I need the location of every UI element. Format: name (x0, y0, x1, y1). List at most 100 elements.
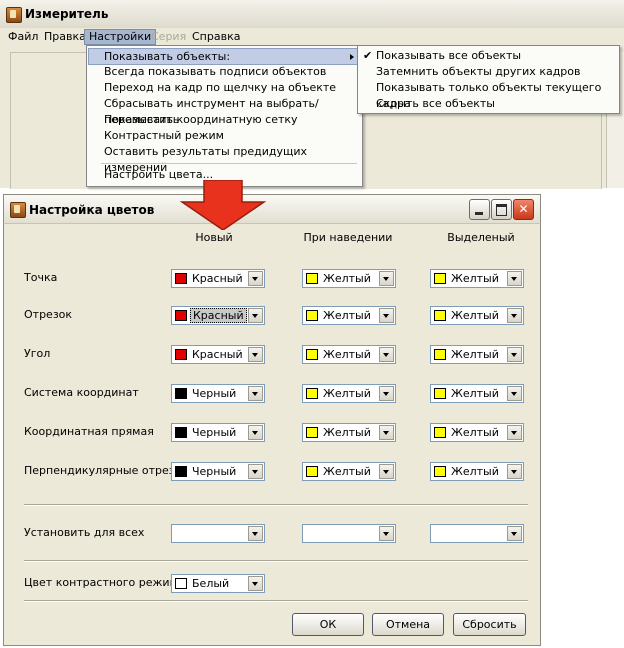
main-window-titlebar[interactable]: Измеритель (0, 0, 624, 29)
dropdown-arrow-icon[interactable] (507, 425, 522, 440)
set-all-new-combo[interactable] (171, 524, 265, 543)
color-combo[interactable]: Желтый (302, 306, 396, 325)
menu-item-label: Всегда показывать подписи объектов (104, 65, 327, 78)
dropdown-arrow-icon[interactable] (379, 464, 394, 479)
combo-value: Желтый (451, 426, 499, 439)
color-combo[interactable]: Желтый (302, 423, 396, 442)
menu-settings[interactable]: Настройки (84, 29, 157, 45)
menu-item-goto-frame-on-click[interactable]: Переход на кадр по щелчку на объекте (89, 80, 360, 96)
dropdown-arrow-icon[interactable] (248, 386, 263, 401)
contrast-color-combo[interactable]: Белый (171, 574, 265, 593)
set-all-label: Установить для всех (24, 526, 145, 539)
separator (24, 560, 528, 562)
menu-item-contrast-mode[interactable]: Контрастный режим (89, 128, 360, 144)
color-combo[interactable]: Желтый (430, 423, 524, 442)
dropdown-arrow-icon[interactable] (379, 526, 394, 541)
color-combo[interactable]: Желтый (430, 269, 524, 288)
color-combo[interactable]: Желтый (302, 269, 396, 288)
row-label-segment: Отрезок (24, 308, 73, 321)
dropdown-arrow-icon[interactable] (379, 347, 394, 362)
cancel-button[interactable]: Отмена (372, 613, 444, 636)
color-combo[interactable]: Желтый (430, 384, 524, 403)
menu-item-reset-tool[interactable]: Сбрасывать инструмент на выбрать/перемес… (89, 96, 360, 126)
submenu-item-current-frame-only[interactable]: Показывать только объекты текущего кадра (360, 80, 617, 110)
dropdown-arrow-icon[interactable] (507, 386, 522, 401)
column-header-selected: Выделеный (447, 231, 515, 244)
color-swatch (306, 388, 318, 399)
dropdown-arrow-icon[interactable] (379, 425, 394, 440)
submenu-item-hide-all[interactable]: Скрыть все объекты (360, 96, 617, 112)
dropdown-arrow-icon[interactable] (379, 271, 394, 286)
menu-series[interactable]: Серия (147, 30, 190, 44)
color-combo[interactable]: Красный (171, 306, 265, 325)
reset-button[interactable]: Сбросить (453, 613, 526, 636)
dropdown-arrow-icon[interactable] (507, 526, 522, 541)
close-button[interactable]: ✕ (513, 199, 534, 220)
color-combo[interactable]: Желтый (302, 345, 396, 364)
submenu-item-dim-other-frames[interactable]: Затемнить объекты других кадров (360, 64, 617, 80)
close-icon: ✕ (518, 202, 529, 216)
maximize-icon (496, 204, 507, 216)
dropdown-arrow-icon[interactable] (248, 576, 263, 591)
combo-value: Желтый (451, 309, 499, 322)
dropdown-arrow-icon[interactable] (507, 271, 522, 286)
combo-value: Черный (192, 426, 237, 439)
color-swatch (434, 427, 446, 438)
dropdown-arrow-icon[interactable] (507, 347, 522, 362)
combo-value: Черный (192, 387, 237, 400)
app-icon (6, 7, 22, 23)
menu-item-show-objects[interactable]: Показывать объекты: (88, 48, 361, 65)
color-swatch (175, 273, 187, 284)
dialog-titlebar[interactable]: Настройка цветов ✕ (3, 194, 541, 224)
menu-item-keep-results[interactable]: Оставить результаты предидущих измерений (89, 144, 360, 174)
color-combo[interactable]: Желтый (302, 384, 396, 403)
dropdown-arrow-icon[interactable] (379, 386, 394, 401)
color-combo[interactable]: Красный (171, 345, 265, 364)
row-label-perpendicular: Перпендикулярные отрезки (24, 464, 189, 477)
color-combo[interactable]: Желтый (430, 306, 524, 325)
combo-value: Красный (192, 272, 243, 285)
set-all-hover-combo[interactable] (302, 524, 396, 543)
color-swatch (175, 388, 187, 399)
menu-item-show-grid[interactable]: Показывать координатную сетку (89, 112, 360, 128)
minimize-icon (475, 212, 483, 215)
color-swatch (306, 310, 318, 321)
separator (24, 504, 528, 506)
combo-value: Желтый (323, 309, 371, 322)
color-combo[interactable]: Красный (171, 269, 265, 288)
menu-item-label: Показывать координатную сетку (104, 113, 298, 126)
color-combo[interactable]: Черный (171, 462, 265, 481)
submenu-item-label: Скрыть все объекты (376, 97, 495, 110)
minimize-button[interactable] (469, 199, 490, 220)
color-combo[interactable]: Желтый (430, 345, 524, 364)
ok-button[interactable]: ОК (292, 613, 364, 636)
dropdown-arrow-icon[interactable] (248, 271, 263, 286)
color-swatch (434, 273, 446, 284)
combo-value: Желтый (451, 348, 499, 361)
dropdown-arrow-icon[interactable] (248, 464, 263, 479)
color-swatch (434, 349, 446, 360)
color-combo[interactable]: Желтый (430, 462, 524, 481)
color-combo[interactable]: Желтый (302, 462, 396, 481)
color-swatch (434, 466, 446, 477)
set-all-selected-combo[interactable] (430, 524, 524, 543)
color-swatch (175, 310, 187, 321)
menu-item-always-show-labels[interactable]: Всегда показывать подписи объектов (89, 64, 360, 80)
dropdown-arrow-icon[interactable] (248, 526, 263, 541)
color-combo[interactable]: Черный (171, 384, 265, 403)
maximize-button[interactable] (491, 199, 512, 220)
menu-file[interactable]: Файл (4, 30, 42, 44)
dropdown-arrow-icon[interactable] (248, 308, 263, 323)
menu-help[interactable]: Справка (188, 30, 244, 44)
menu-edit[interactable]: Правка (40, 30, 90, 44)
combo-value: Белый (192, 577, 230, 590)
dropdown-arrow-icon[interactable] (507, 308, 522, 323)
dropdown-arrow-icon[interactable] (248, 425, 263, 440)
dropdown-arrow-icon[interactable] (248, 347, 263, 362)
submenu-item-show-all[interactable]: ✔ Показывать все объекты (360, 48, 617, 64)
dropdown-arrow-icon[interactable] (507, 464, 522, 479)
dropdown-arrow-icon[interactable] (379, 308, 394, 323)
submenu-item-label: Показывать все объекты (376, 49, 522, 62)
color-combo[interactable]: Черный (171, 423, 265, 442)
color-swatch (175, 578, 187, 589)
